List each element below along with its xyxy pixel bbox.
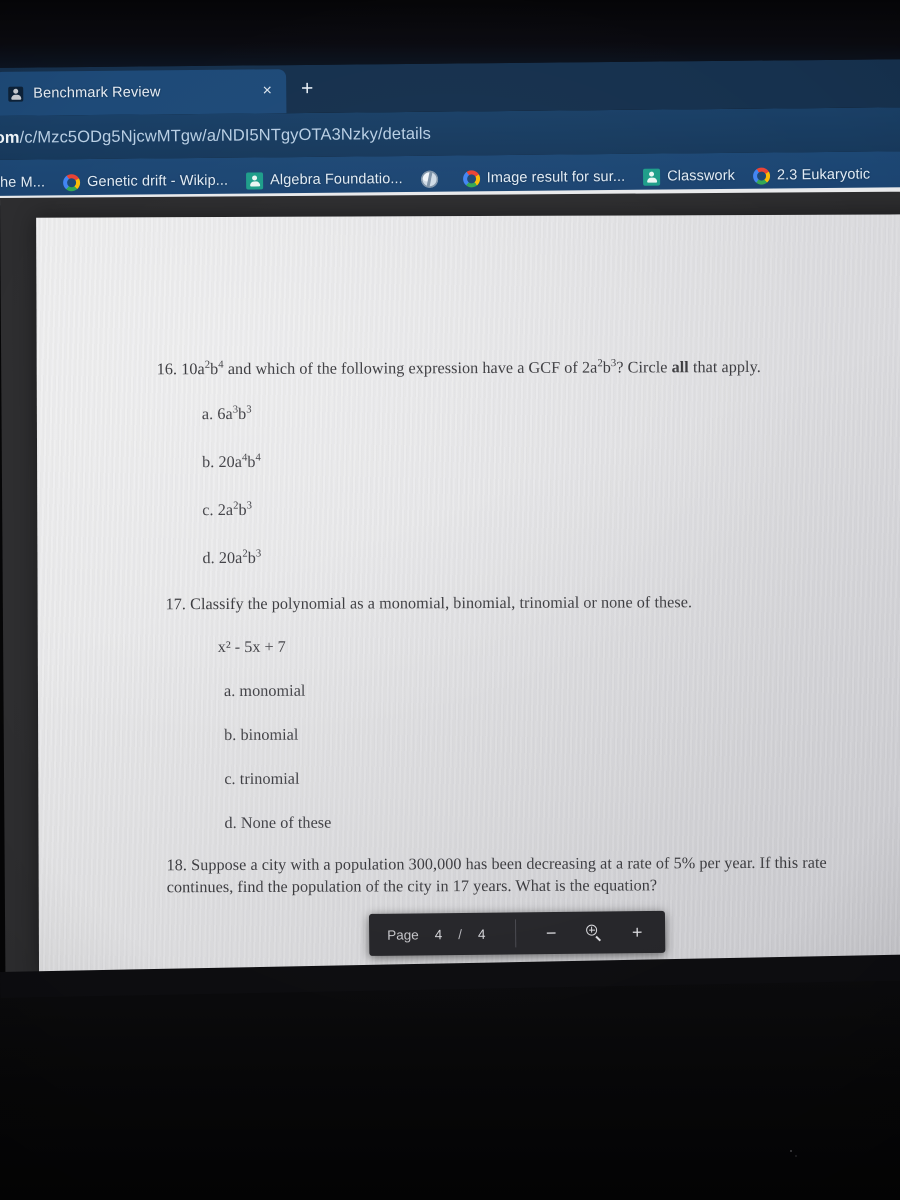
bookmark-item[interactable]: Genetic drift - Wikip... [54, 172, 237, 191]
zoom-in-icon[interactable] [586, 925, 602, 941]
photo-speck [795, 1155, 797, 1157]
tab-strip: Benchmark Review × + [0, 59, 900, 116]
tab-title: Benchmark Review [33, 84, 161, 102]
bookmark-label: he M... [0, 174, 46, 191]
classroom-icon [246, 171, 264, 190]
option-text: None of these [240, 813, 332, 832]
question-16-option-c[interactable]: c. 2a2b3 [202, 500, 252, 520]
option-letter: c. [202, 501, 214, 520]
option-letter: c. [224, 769, 236, 789]
question-17-option-a[interactable]: a. monomial [224, 682, 306, 701]
zoom-controls: − + [516, 922, 646, 943]
option-letter: d. [202, 549, 215, 568]
current-page-value[interactable]: 4 [435, 927, 443, 942]
question-17: 17. Classify the polynomial as a monomia… [166, 592, 866, 832]
question-18-stem-text: Suppose a city with a population 300,000… [166, 853, 827, 896]
pdf-viewer: 16. 10a2b4 and which of the following ex… [0, 191, 900, 988]
question-16-number: 16. [156, 360, 178, 379]
url-text: om/c/Mzc5ODg5NjcwMTgw/a/NDI5NTgyOTA3Nzky… [0, 124, 431, 147]
option-text: trinomial [239, 769, 300, 788]
question-17-option-d[interactable]: d. None of these [224, 814, 331, 833]
question-16-option-d[interactable]: d. 20a2b3 [202, 547, 261, 568]
page-label: Page [387, 926, 419, 943]
question-17-expression: x² - 5x + 7 [217, 637, 286, 657]
globe-icon [420, 170, 438, 188]
question-16-option-a[interactable]: a. 6a3b3 [201, 404, 252, 424]
question-17-number: 17. [165, 595, 187, 614]
option-letter: b. [202, 453, 215, 472]
classroom-icon [643, 168, 661, 186]
photo-speck [790, 1150, 792, 1152]
bookmark-item[interactable]: 2.3 Eukaryotic [744, 166, 879, 185]
classroom-icon [8, 86, 24, 102]
bookmark-item[interactable]: he M... [0, 174, 54, 191]
question-17-stem: 17. Classify the polynomial as a monomia… [166, 592, 866, 616]
off-screen-dark-area [0, 978, 900, 1200]
google-icon [462, 169, 480, 187]
document-page: 16. 10a2b4 and which of the following ex… [36, 214, 900, 978]
option-letter: a. [201, 405, 214, 424]
emphasis-all: all [671, 358, 689, 377]
close-icon[interactable]: × [256, 82, 278, 99]
bookmark-item[interactable]: Image result for sur... [454, 168, 635, 187]
question-16-stem: 16. 10a2b4 and which of the following ex… [156, 357, 761, 379]
question-17-stem-text: Classify the polynomial as a monomial, b… [190, 593, 693, 614]
zoom-out-button[interactable]: − [542, 923, 560, 943]
question-16-option-b[interactable]: b. 20a4b4 [202, 451, 261, 472]
page-indicator: Page 4 / 4 [369, 926, 515, 943]
bookmark-label: Classwork [667, 167, 736, 185]
bookmark-item[interactable]: Classwork [634, 167, 744, 186]
option-text: binomial [240, 725, 299, 744]
option-letter: b. [224, 725, 237, 745]
option-letter: a. [223, 681, 236, 701]
browser-chrome: Benchmark Review × + om/c/Mzc5ODg5NjcwMT… [0, 59, 900, 210]
question-18-stem: 18. Suppose a city with a population 300… [167, 853, 877, 899]
pdf-toolbar: Page 4 / 4 − + [368, 910, 666, 956]
option-text: monomial [239, 681, 306, 700]
new-tab-button[interactable]: + [294, 77, 320, 103]
google-icon [752, 166, 771, 185]
page-separator: / [458, 926, 463, 942]
bookmark-label: Algebra Foundatio... [270, 171, 403, 189]
bookmark-label: Genetic drift - Wikip... [87, 172, 229, 191]
question-18: 18. Suppose a city with a population 300… [167, 853, 877, 899]
question-17-option-c[interactable]: c. trinomial [224, 770, 299, 789]
url-path-fragment: /c/Mzc5ODg5NjcwMTgw/a/NDI5NTgyOTA3Nzky/d… [19, 124, 432, 147]
url-host-fragment: om [0, 128, 20, 147]
bookmark-item[interactable] [412, 170, 454, 188]
question-17-option-b[interactable]: b. binomial [224, 726, 298, 745]
option-letter: d. [224, 813, 237, 833]
browser-tab-benchmark-review[interactable]: Benchmark Review × [0, 69, 287, 116]
bookmark-item[interactable]: Algebra Foundatio... [237, 170, 412, 190]
total-pages-value: 4 [477, 926, 486, 942]
question-18-number: 18. [166, 856, 188, 875]
question-16: 16. 10a2b4 and which of the following ex… [156, 357, 877, 567]
photographed-screen: Benchmark Review × + om/c/Mzc5ODg5NjcwMT… [0, 0, 900, 1200]
zoom-in-button[interactable]: + [628, 922, 646, 942]
bookmark-label: Image result for sur... [486, 168, 626, 187]
google-icon [63, 173, 81, 191]
bookmark-label: 2.3 Eukaryotic [776, 166, 871, 184]
